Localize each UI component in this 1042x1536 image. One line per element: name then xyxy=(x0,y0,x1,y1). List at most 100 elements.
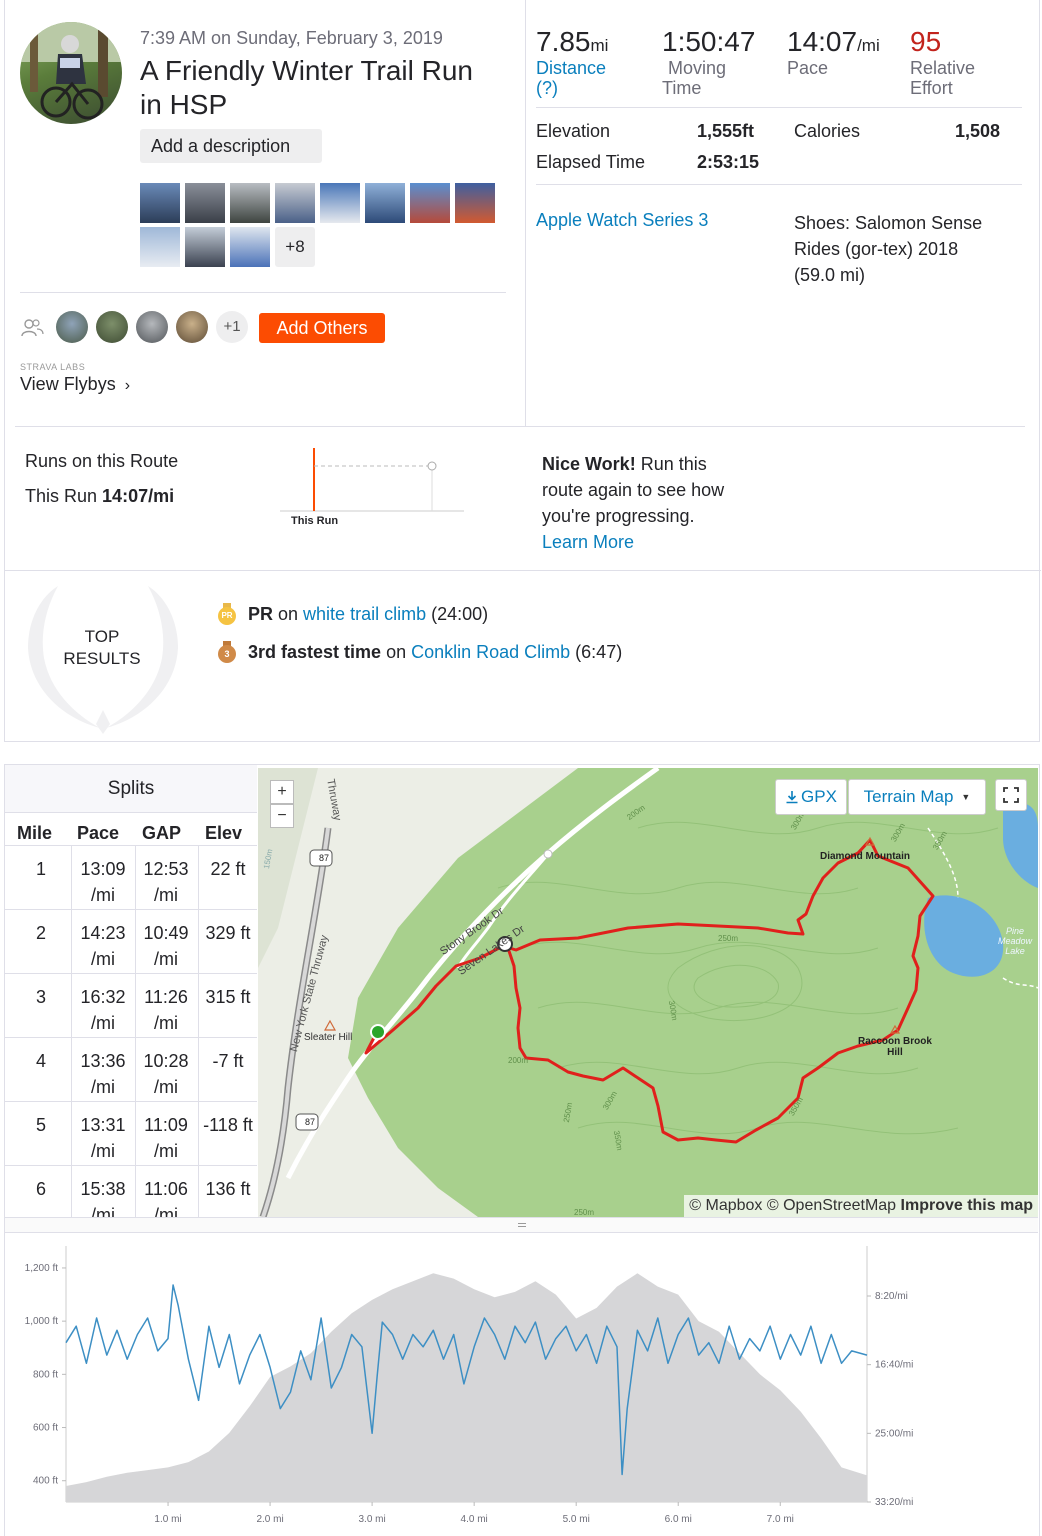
splits-cell-mile: 2 xyxy=(11,920,71,946)
improve-map-link[interactable]: Improve this map xyxy=(901,1197,1033,1214)
top-results-heading-line: TOP xyxy=(84,627,120,646)
resize-handle[interactable] xyxy=(5,1217,1038,1233)
elevation-label: Elevation xyxy=(536,121,611,141)
pr-medal-icon: PR xyxy=(218,603,236,625)
photo-thumbnail[interactable] xyxy=(320,183,360,223)
splits-unit: /mi xyxy=(154,885,178,905)
nice-work-bold: Nice Work! xyxy=(542,454,636,474)
learn-more-link[interactable]: Learn More xyxy=(542,529,802,555)
view-flybys-link[interactable]: View Flybys › xyxy=(20,374,130,395)
photo-thumbnail[interactable] xyxy=(185,183,225,223)
forest-area xyxy=(318,768,1038,1217)
distance-tick-label: 1.0 mi xyxy=(154,1514,181,1525)
map-type-dropdown[interactable]: Terrain Map ▼ xyxy=(848,779,986,815)
this-run-pace: 14:07/mi xyxy=(102,486,175,506)
pace-value: 14:07 xyxy=(787,26,858,57)
zoom-out-button[interactable]: − xyxy=(270,804,294,828)
splits-cell-elev: -7 ft xyxy=(198,1048,257,1074)
splits-row[interactable]: 3 16:32/mi 11:26/mi 315 ft xyxy=(5,973,257,1037)
shoes-line: (59.0 mi) xyxy=(794,265,866,285)
splits-cell-elev: 315 ft xyxy=(198,984,257,1010)
third-on-text: on xyxy=(381,642,412,662)
athlete-avatar[interactable] xyxy=(96,311,128,343)
zoom-in-button[interactable]: + xyxy=(270,780,294,804)
fullscreen-icon xyxy=(1003,787,1019,803)
splits-value: 12:53 xyxy=(143,859,189,879)
more-athletes-badge[interactable]: +1 xyxy=(216,311,248,343)
distance-tick-label: 5.0 mi xyxy=(563,1514,590,1525)
elevation-tick-label: 800 ft xyxy=(33,1369,58,1380)
distance-unit: mi xyxy=(590,36,609,55)
device-link[interactable]: Apple Watch Series 3 xyxy=(536,210,708,231)
photo-thumbnail[interactable] xyxy=(410,183,450,223)
pr-time: (24:00) xyxy=(426,604,489,624)
athlete-avatar[interactable] xyxy=(136,311,168,343)
pr-label: PR xyxy=(248,604,274,624)
avatar[interactable] xyxy=(20,22,122,124)
distance-help-link[interactable]: (?) xyxy=(536,78,606,98)
splits-value: 11:06 xyxy=(144,1179,188,1199)
mapbox-attribution-link[interactable]: © Mapbox xyxy=(689,1197,762,1214)
athlete-avatar[interactable] xyxy=(56,311,88,343)
splits-unit: /mi xyxy=(91,1141,115,1161)
segment-link[interactable]: white trail climb xyxy=(303,604,426,624)
photo-thumbnail[interactable] xyxy=(365,183,405,223)
splits-cell-gap: 11:09/mi xyxy=(136,1112,196,1164)
splits-row[interactable]: 4 13:36/mi 10:28/mi -7 ft xyxy=(5,1037,257,1101)
pr-badge-text: PR xyxy=(218,607,236,625)
distance-tick-label: 2.0 mi xyxy=(256,1514,283,1525)
splits-value: 5 xyxy=(35,1115,46,1135)
elevation-pace-chart[interactable]: 400 ft 600 ft 800 ft 1,000 ft 1,200 ft 8:20/m… xyxy=(5,1234,1038,1536)
card-divider xyxy=(5,570,1041,571)
elevation-value: 1,555ft xyxy=(697,121,755,141)
map-type-label: Terrain Map xyxy=(863,787,954,806)
photo-thumbnail[interactable] xyxy=(230,227,270,267)
distance-stat: 7.85mi xyxy=(536,26,608,58)
splits-value: 136 ft xyxy=(205,1179,251,1199)
calories-value: 1,508 xyxy=(955,121,1001,141)
splits-row[interactable]: 2 14:23/mi 10:49/mi 329 ft xyxy=(5,909,257,973)
chart-this-run-label: This Run xyxy=(291,515,339,527)
osm-attribution-link[interactable]: © OpenStreetMap xyxy=(767,1197,896,1214)
photo-thumbnail[interactable] xyxy=(140,227,180,267)
map-label-line: Hill xyxy=(887,1047,903,1058)
road-end xyxy=(543,849,553,859)
distance-tick-label: 3.0 mi xyxy=(358,1514,385,1525)
start-marker xyxy=(370,1024,386,1040)
splits-value: 3 xyxy=(35,987,46,1007)
athlete-avatar[interactable] xyxy=(176,311,208,343)
export-gpx-button[interactable]: GPX xyxy=(775,779,847,815)
route-map[interactable]: 87 87 Thruway New York State Thruway Sto… xyxy=(258,768,1038,1217)
more-photos-button[interactable]: +8 xyxy=(275,227,315,267)
fullscreen-button[interactable] xyxy=(995,779,1027,811)
splits-value: 13:36 xyxy=(80,1051,126,1071)
segment-link[interactable]: Conklin Road Climb xyxy=(411,642,570,662)
relative-effort-value[interactable]: 95 xyxy=(910,26,941,58)
relative-effort-label-line: Effort xyxy=(910,78,953,98)
splits-value: 13:09 xyxy=(80,859,126,879)
distance-tick-label: 7.0 mi xyxy=(767,1514,794,1525)
distance-tick-label: 4.0 mi xyxy=(461,1514,488,1525)
splits-row[interactable]: 1 13:09/mi 12:53/mi 22 ft xyxy=(5,845,257,909)
photo-thumbnail[interactable] xyxy=(230,183,270,223)
photo-thumbnail[interactable] xyxy=(275,183,315,223)
photo-thumbnail[interactable] xyxy=(455,183,495,223)
photo-thumbnail[interactable] xyxy=(185,227,225,267)
splits-value: 2 xyxy=(35,923,46,943)
splits-row[interactable]: 6 15:38/mi 11:06/mi 136 ft xyxy=(5,1165,257,1217)
add-others-button[interactable]: Add Others xyxy=(259,313,385,343)
map-label-raccoon-brook: Raccoon Brook Hill xyxy=(858,1036,932,1058)
shoes-info: Shoes: Salomon Sense Rides (gor-tex) 201… xyxy=(794,210,982,288)
map-label-line: Pine xyxy=(1006,926,1025,936)
map-canvas[interactable] xyxy=(258,768,1038,1217)
distance-label[interactable]: Distance (?) xyxy=(536,58,606,98)
pr-on-text: on xyxy=(273,604,304,624)
nice-work-text: route again to see how xyxy=(542,480,725,500)
splits-cell-pace: 13:31/mi xyxy=(73,1112,133,1164)
stats-divider xyxy=(536,107,1022,108)
splits-row[interactable]: 5 13:31/mi 11:09/mi -118 ft xyxy=(5,1101,257,1165)
elevation-tick-label: 400 ft xyxy=(33,1476,58,1487)
splits-value: 14:23 xyxy=(80,923,126,943)
add-description-button[interactable]: Add a description xyxy=(140,129,322,163)
photo-thumbnail[interactable] xyxy=(140,183,180,223)
